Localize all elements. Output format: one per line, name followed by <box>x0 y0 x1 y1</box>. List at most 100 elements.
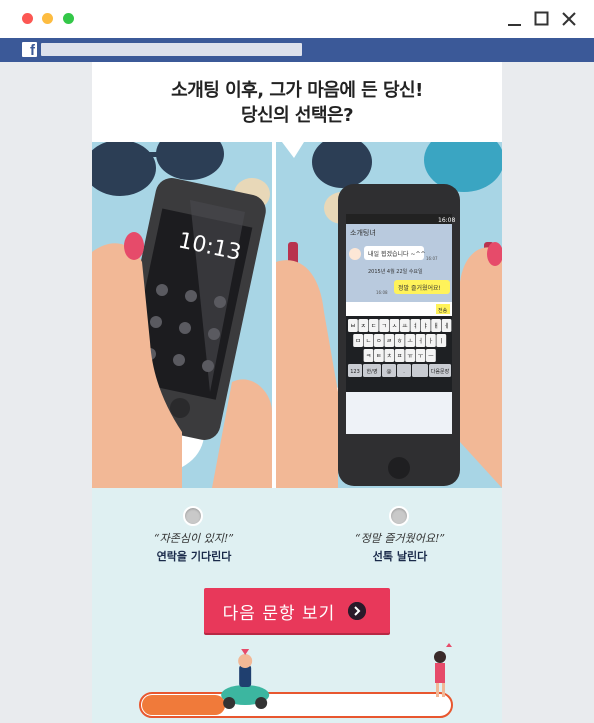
chat-phone: 16:08 소개팅녀 내일 뵙겠습니다 ~^^ 16:07 2015년 4월 2… <box>338 184 460 486</box>
keyboard-key: ㅛ <box>400 319 410 332</box>
keyboard-key: ㅠ <box>405 349 415 362</box>
keyboard-key: . <box>397 364 411 377</box>
question-line-2: 당신의 선택은? <box>240 105 354 126</box>
svg-text:ㅈ: ㅈ <box>361 323 367 330</box>
svg-text:ㅋ: ㅋ <box>366 353 372 360</box>
choice-text-first[interactable]: “정말 즐거웠어요!” 선톡 날린다 <box>320 506 480 566</box>
svg-text:ㅊ: ㅊ <box>387 353 393 360</box>
svg-text:ㄹ: ㄹ <box>387 338 393 345</box>
received-message: 내일 뵙겠습니다 ~^^ <box>368 250 426 258</box>
quiz-card: 소개팅 이후, 그가 마음에 든 당신! 당신의 선택은? 10:13 16:0… <box>92 62 502 723</box>
sent-time: 16:08 <box>376 290 388 295</box>
status-time: 16:08 <box>438 217 455 224</box>
svg-text:ㄴ: ㄴ <box>366 338 372 345</box>
keyboard-key: ㄴ <box>363 334 374 347</box>
close-icon[interactable] <box>560 10 578 28</box>
keyboard-key: ㄹ <box>384 334 395 347</box>
facebook-logo-icon[interactable]: f <box>22 42 37 57</box>
svg-text:123: 123 <box>350 369 360 375</box>
svg-text:ㅜ: ㅜ <box>418 353 424 360</box>
svg-text:ㅣ: ㅣ <box>439 338 445 345</box>
facebook-bar: f <box>0 38 594 62</box>
svg-text:ㅂ: ㅂ <box>350 323 356 330</box>
keyboard-key: ㅣ <box>436 334 447 347</box>
svg-text:ㅕ: ㅕ <box>413 322 419 330</box>
radio-text-first[interactable] <box>389 506 409 526</box>
keyboard-key: ㅔ <box>441 319 452 332</box>
question-header: 소개팅 이후, 그가 마음에 든 당신! 당신의 선택은? <box>92 62 502 142</box>
keyboard-key: ㄱ <box>379 319 389 332</box>
send-button: 전송 <box>438 307 448 314</box>
question-line-1: 소개팅 이후, 그가 마음에 든 당신! <box>171 80 423 101</box>
progress-track <box>139 643 453 718</box>
svg-text:ㅑ: ㅑ <box>423 323 429 330</box>
keyboard-key: ㅈ <box>358 319 369 332</box>
chevron-right-icon <box>348 602 366 620</box>
close-dot[interactable] <box>22 13 33 24</box>
keyboard-key: ㅋ <box>363 349 374 362</box>
progress-fill <box>142 695 226 715</box>
svg-text:ㅌ: ㅌ <box>376 353 382 360</box>
minimize-icon[interactable] <box>506 10 524 28</box>
scooter-rider-icon <box>221 649 270 709</box>
keyboard-key: @ <box>382 364 396 377</box>
svg-text:한/영: 한/영 <box>367 368 378 375</box>
received-time: 16:07 <box>426 256 438 261</box>
question-title: 소개팅 이후, 그가 마음에 든 당신! 당신의 선택은? <box>92 78 502 128</box>
minimize-dot[interactable] <box>42 13 53 24</box>
svg-text:ㅠ: ㅠ <box>407 353 413 360</box>
choice-quote: “자존심이 있지!” <box>154 532 234 545</box>
next-question-button[interactable]: 다음 문항 보기 <box>204 588 390 633</box>
keyboard-key: 123 <box>348 364 362 377</box>
svg-text:ㅇ: ㅇ <box>376 338 382 345</box>
svg-text:ㅛ: ㅛ <box>402 323 408 330</box>
svg-text:ㅍ: ㅍ <box>397 353 403 360</box>
keyboard-key: ㅁ <box>353 334 363 347</box>
svg-text:ㅏ: ㅏ <box>428 338 434 345</box>
keyboard-key: ㅊ <box>384 349 395 362</box>
svg-text:ㄷ: ㄷ <box>371 323 377 330</box>
keyboard-key: 다음문장 <box>429 364 451 377</box>
choice-wait[interactable]: “자존심이 있지!” 연락을 기다린다 <box>114 506 274 566</box>
svg-text:ㅡ: ㅡ <box>428 353 434 360</box>
question-illustration: 10:13 16:08 소개팅녀 내일 뵙겠습니다 ~^^ 16:07 2015… <box>92 142 502 488</box>
keyboard-key: ㅅ <box>389 319 400 332</box>
chat-title: 소개팅녀 <box>350 228 376 237</box>
svg-text:ㅅ: ㅅ <box>392 323 398 330</box>
svg-text:ㅗ: ㅗ <box>407 338 413 345</box>
search-input[interactable] <box>41 43 302 56</box>
keyboard-key: ㅡ <box>426 349 436 362</box>
keyboard-key: ㅐ <box>431 319 441 332</box>
svg-text:ㅓ: ㅓ <box>418 338 424 345</box>
zoom-dot[interactable] <box>63 13 74 24</box>
keyboard-key: ㅜ <box>415 349 426 362</box>
window-titlebar <box>0 0 594 38</box>
next-question-label: 다음 문항 보기 <box>222 604 336 624</box>
keyboard-key: ㅎ <box>394 334 405 347</box>
keyboard-key: ㅕ <box>410 319 421 332</box>
maximize-icon[interactable] <box>533 10 551 28</box>
keyboard-key <box>412 364 428 377</box>
keyboard-key: ㅓ <box>415 334 426 347</box>
woman-icon <box>434 643 452 697</box>
choice-caption: 연락을 기다린다 <box>156 550 232 563</box>
keyboard-key: ㅍ <box>394 349 405 362</box>
browser-window: f 소개팅 이후, 그가 마음에 든 당신! 당신의 선택은? 10:13 16… <box>0 0 594 723</box>
keyboard-key: ㅑ <box>420 319 431 332</box>
keyboard-key: ㅂ <box>348 319 358 332</box>
svg-text:다음문장: 다음문장 <box>431 368 450 375</box>
keyboard-key: ㅇ <box>374 334 384 347</box>
svg-text:ㅁ: ㅁ <box>355 338 361 345</box>
keyboard-key: ㄷ <box>368 319 379 332</box>
svg-text:ㅔ: ㅔ <box>444 323 450 330</box>
radio-wait[interactable] <box>183 506 203 526</box>
choice-caption: 선톡 날린다 <box>372 550 428 563</box>
choice-quote: “정말 즐거웠어요!” <box>354 532 445 545</box>
svg-text:@: @ <box>387 369 392 375</box>
svg-text:ㄱ: ㄱ <box>381 323 387 330</box>
keyboard-key: ㅌ <box>374 349 384 362</box>
date-divider: 2015년 4월 22일 수요일 <box>368 268 423 275</box>
sent-message: 정말 즐거웠어요! <box>398 284 441 292</box>
keyboard-key: ㅏ <box>426 334 436 347</box>
svg-text:ㅐ: ㅐ <box>433 322 439 330</box>
